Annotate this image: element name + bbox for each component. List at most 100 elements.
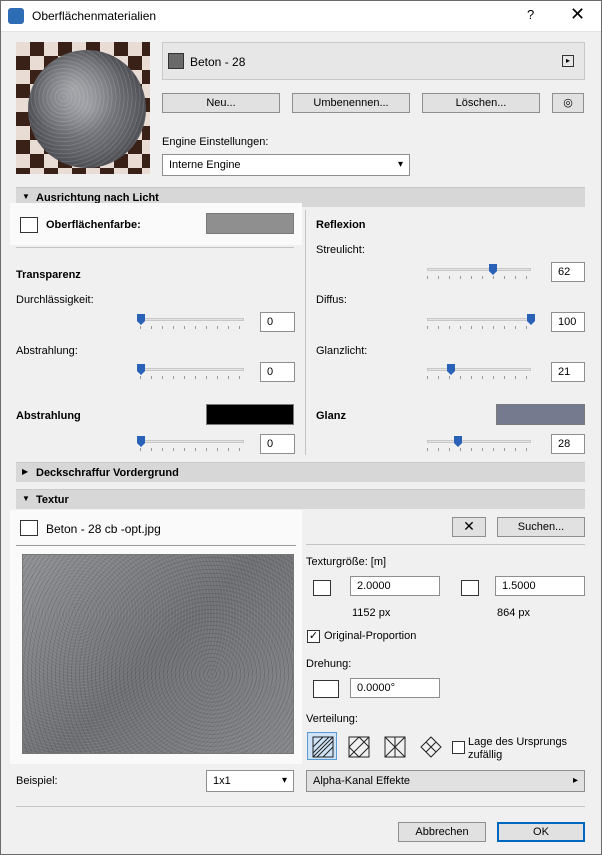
rotation-label: Drehung: — [306, 658, 352, 670]
slider-ticks — [427, 326, 531, 329]
transparency-emission-slider[interactable] — [140, 368, 244, 371]
transparency-emission-thumb[interactable] — [137, 364, 145, 375]
footer-divider — [16, 806, 585, 807]
rotation-input[interactable]: 0.0000° — [350, 678, 440, 698]
permeability-input[interactable]: 0 — [260, 312, 295, 332]
texture-height-px: 864 px — [497, 607, 531, 619]
divider — [306, 544, 585, 545]
slider-ticks — [140, 326, 244, 329]
reflection-title: Reflexion — [316, 219, 366, 231]
divider — [16, 247, 294, 248]
texture-width-input[interactable]: 2.0000 — [350, 576, 440, 596]
slider-ticks — [427, 448, 531, 451]
engine-label: Engine Einstellungen: — [162, 136, 269, 148]
clear-texture-button[interactable]: ✕ — [452, 517, 486, 537]
triangle-down-icon: ▼ — [22, 494, 30, 503]
slider-ticks — [140, 376, 244, 379]
distribution-mode-1-icon[interactable] — [307, 732, 337, 760]
alpha-channel-effects[interactable]: Alpha-Kanal Effekte ▸ — [306, 770, 585, 792]
chevron-down-icon: ▾ — [281, 775, 287, 786]
chevron-down-icon: ▾ — [397, 159, 403, 170]
emission-thumb[interactable] — [137, 436, 145, 447]
cancel-button[interactable]: Abbrechen — [398, 822, 486, 842]
surface-color-icon — [20, 217, 38, 233]
section-texture-label: Textur — [36, 494, 69, 506]
sample-label: Beispiel: — [16, 775, 58, 787]
slider-ticks — [427, 276, 531, 279]
material-name: Beton - 28 — [190, 55, 246, 69]
original-proportion-label: Original-Proportion — [324, 630, 417, 642]
diffuse-label: Diffus: — [316, 294, 347, 306]
diffuse-input[interactable]: 100 — [551, 312, 585, 332]
texture-width-px: 1152 px — [352, 607, 391, 619]
divider — [16, 545, 296, 546]
emission-title: Abstrahlung — [16, 410, 81, 422]
texture-height-icon — [461, 580, 479, 596]
engine-select[interactable]: Interne Engine ▾ — [162, 154, 410, 176]
rotation-icon — [313, 680, 339, 698]
scatter-label: Streulicht: — [316, 244, 365, 256]
alpha-channel-label: Alpha-Kanal Effekte — [313, 775, 411, 787]
distribution-mode-4-icon[interactable] — [415, 732, 445, 760]
gloss-color-swatch[interactable] — [496, 404, 585, 425]
sample-value: 1x1 — [213, 775, 231, 787]
highlight-slider[interactable] — [427, 368, 531, 371]
gloss-thumb[interactable] — [454, 436, 462, 447]
diffuse-slider[interactable] — [427, 318, 531, 321]
section-hatch-label: Deckschraffur Vordergrund — [36, 467, 179, 479]
highlight-thumb[interactable] — [447, 364, 455, 375]
texture-file-icon — [20, 520, 38, 536]
slider-ticks — [140, 448, 244, 451]
chevron-right-icon: ▸ — [572, 775, 578, 786]
rename-button[interactable]: Umbenennen... — [292, 93, 410, 113]
help-button[interactable]: ? — [527, 7, 534, 22]
window-title: Oberflächenmaterialien — [32, 9, 157, 23]
material-preview — [16, 42, 150, 174]
column-divider — [305, 210, 306, 455]
search-texture-button[interactable]: Suchen... — [497, 517, 585, 537]
distribution-mode-2-icon[interactable] — [343, 732, 373, 760]
gloss-title: Glanz — [316, 410, 346, 422]
origin-random-checkbox[interactable] — [452, 741, 465, 754]
gloss-slider[interactable] — [427, 440, 531, 443]
diffuse-thumb[interactable] — [527, 314, 535, 325]
permeability-slider[interactable] — [140, 318, 244, 321]
texture-file-name: Beton - 28 cb -opt.jpg — [46, 522, 161, 536]
original-proportion-checkbox[interactable]: ✓ — [307, 630, 320, 643]
transparency-emission-label: Abstrahlung: — [16, 345, 78, 357]
close-button[interactable]: ✕ — [570, 4, 585, 25]
surface-color-swatch[interactable] — [206, 213, 294, 234]
gloss-input[interactable]: 28 — [551, 434, 585, 454]
section-hatch[interactable]: ▶ Deckschraffur Vordergrund — [16, 462, 585, 482]
distribution-mode-3-icon[interactable] — [379, 732, 409, 760]
emission-color-swatch[interactable] — [206, 404, 294, 425]
distribution-label: Verteilung: — [306, 713, 358, 725]
globe-icon[interactable]: ◎ — [552, 93, 584, 113]
triangle-right-icon: ▶ — [22, 467, 29, 476]
scatter-input[interactable]: 62 — [551, 262, 585, 282]
permeability-thumb[interactable] — [137, 314, 145, 325]
emission-slider[interactable] — [140, 440, 244, 443]
permeability-label: Durchlässigkeit: — [16, 294, 94, 306]
scatter-thumb[interactable] — [489, 264, 497, 275]
highlight-label: Glanzlicht: — [316, 345, 368, 357]
scatter-slider[interactable] — [427, 268, 531, 271]
material-swatch — [168, 53, 184, 69]
ok-button[interactable]: OK — [497, 822, 585, 842]
triangle-down-icon: ▼ — [22, 192, 30, 201]
section-texture[interactable]: ▼ Textur — [16, 489, 585, 509]
slider-ticks — [427, 376, 531, 379]
material-menu-icon[interactable]: ▸ — [562, 55, 574, 67]
texture-width-icon — [313, 580, 331, 596]
highlight-input[interactable]: 21 — [551, 362, 585, 382]
texture-height-input[interactable]: 1.5000 — [495, 576, 585, 596]
transparency-emission-input[interactable]: 0 — [260, 362, 295, 382]
engine-value: Interne Engine — [169, 159, 241, 171]
delete-button[interactable]: Löschen... — [422, 93, 540, 113]
transparency-title: Transparenz — [16, 269, 81, 281]
app-icon — [8, 8, 24, 24]
surface-color-label: Oberflächenfarbe: — [46, 219, 141, 231]
new-button[interactable]: Neu... — [162, 93, 280, 113]
sample-select[interactable]: 1x1 ▾ — [206, 770, 294, 792]
emission-input[interactable]: 0 — [260, 434, 295, 454]
